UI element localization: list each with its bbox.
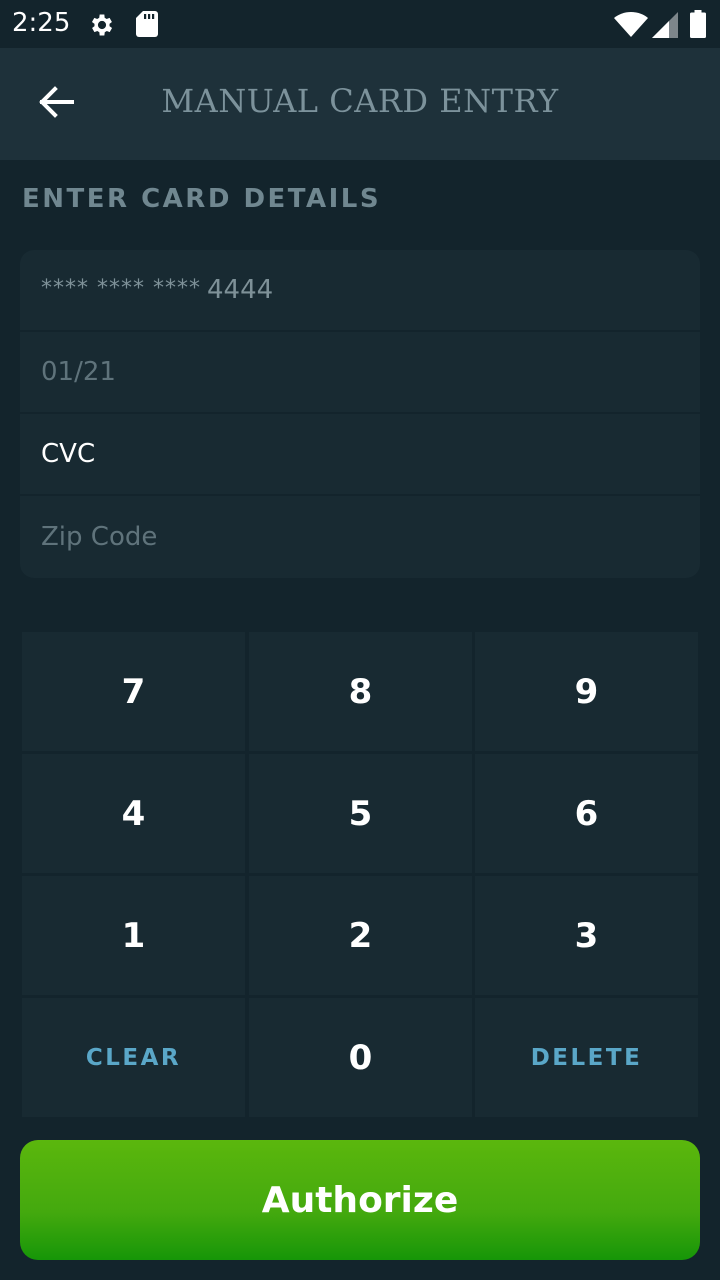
cell-signal-icon [652,12,678,43]
battery-icon [690,10,706,43]
app-bar: MANUAL CARD ENTRY [0,48,720,160]
card-number-field[interactable]: **** **** **** 4444 [20,250,700,332]
keypad: 7 8 9 4 5 6 1 2 3 CLEAR 0 DELETE [22,632,698,1118]
key-8[interactable]: 8 [249,632,472,751]
authorize-button[interactable]: Authorize [20,1140,700,1260]
status-time: 2:25 [12,8,71,38]
key-1[interactable]: 1 [22,876,245,995]
clear-button[interactable]: CLEAR [22,998,245,1117]
key-0[interactable]: 0 [249,998,472,1117]
expiry-field[interactable]: 01/21 [20,332,700,414]
sd-card-icon [136,11,158,42]
card-number-last4: 4444 [207,275,274,305]
wifi-icon [614,12,648,43]
card-form: **** **** **** 4444 01/21 CVC Zip Code [20,250,700,578]
key-2[interactable]: 2 [249,876,472,995]
zip-code-field[interactable]: Zip Code [20,496,700,578]
gear-icon [88,11,116,44]
key-5[interactable]: 5 [249,754,472,873]
key-7[interactable]: 7 [22,632,245,751]
delete-button[interactable]: DELETE [475,998,698,1117]
key-6[interactable]: 6 [475,754,698,873]
page-title: MANUAL CARD ENTRY [161,82,559,120]
status-bar: 2:25 [0,0,720,48]
cvc-field[interactable]: CVC [20,414,700,496]
key-4[interactable]: 4 [22,754,245,873]
key-9[interactable]: 9 [475,632,698,751]
cvc-placeholder: CVC [41,439,96,469]
card-number-mask: **** **** **** [41,275,201,301]
key-3[interactable]: 3 [475,876,698,995]
expiry-value: 01/21 [41,357,116,387]
section-label: ENTER CARD DETAILS [22,184,382,214]
zip-code-placeholder: Zip Code [41,522,158,552]
